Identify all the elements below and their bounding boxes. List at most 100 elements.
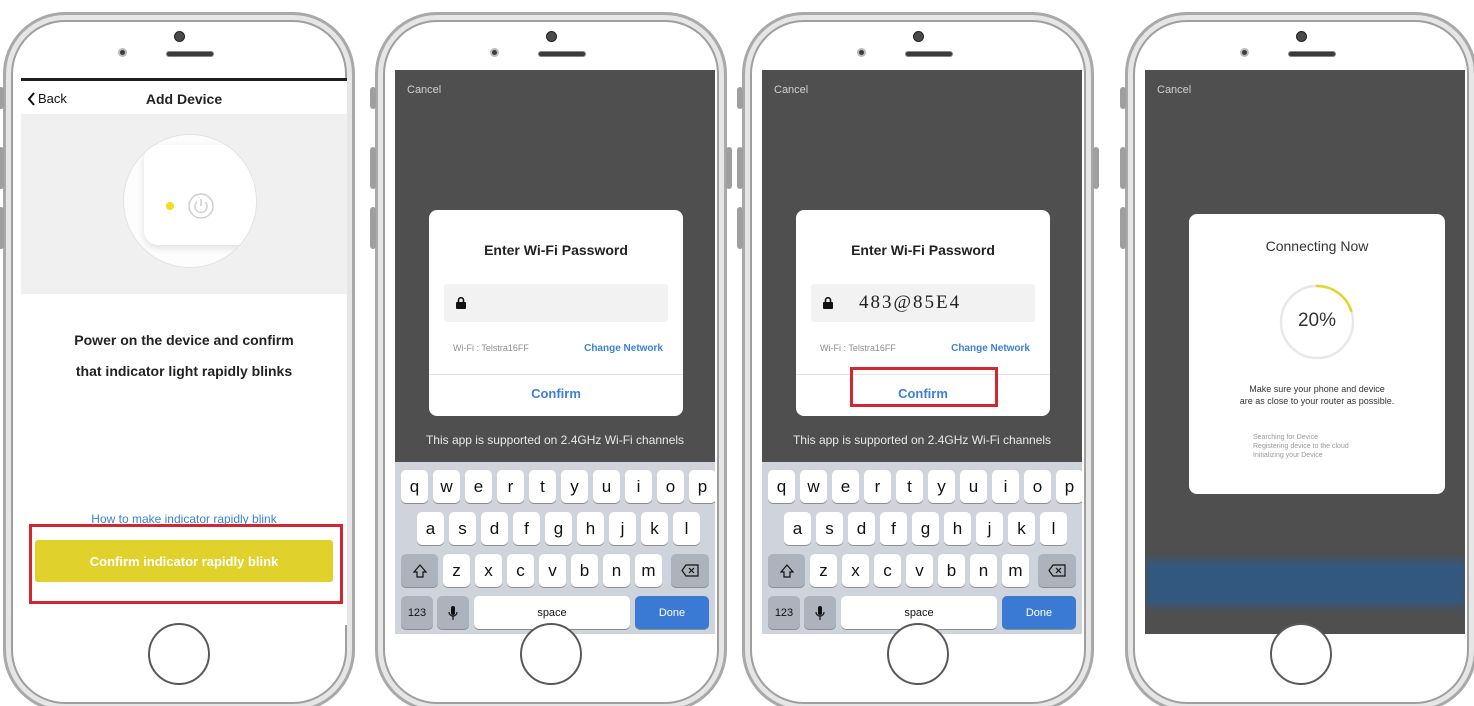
device-illustration (123, 134, 257, 268)
key-d[interactable]: d (481, 512, 508, 545)
key-o[interactable]: o (657, 470, 684, 503)
home-button[interactable] (148, 623, 210, 685)
key-m[interactable]: m (1002, 554, 1029, 587)
key-v[interactable]: v (539, 554, 566, 587)
key-s[interactable]: s (449, 512, 476, 545)
shift-key[interactable] (401, 554, 438, 587)
key-u[interactable]: u (960, 470, 987, 503)
phone-side-button (726, 147, 732, 189)
key-s[interactable]: s (816, 512, 843, 545)
key-w[interactable]: w (433, 470, 460, 503)
key-v[interactable]: v (906, 554, 933, 587)
delete-key[interactable] (671, 554, 709, 587)
done-key[interactable]: Done (1002, 596, 1076, 629)
key-p[interactable]: p (689, 470, 715, 503)
microphone-key[interactable] (804, 596, 836, 629)
home-button[interactable] (887, 623, 949, 685)
phone-side-button (737, 207, 743, 249)
phone-wifi-password-empty: Cancel Enter Wi-Fi Password Wi-Fi : Tels… (370, 12, 732, 706)
backspace-icon (681, 564, 699, 577)
key-y[interactable]: y (928, 470, 955, 503)
key-l[interactable]: l (673, 512, 700, 545)
key-l[interactable]: l (1040, 512, 1067, 545)
power-icon (188, 193, 214, 219)
key-u[interactable]: u (593, 470, 620, 503)
instruction-line-2: that indicator light rapidly blinks (75, 363, 293, 379)
phone-side-button (1093, 147, 1099, 189)
key-f[interactable]: f (513, 512, 540, 545)
instruction-line-1: Power on the device and confirm (74, 332, 294, 348)
home-button[interactable] (520, 623, 582, 685)
key-a[interactable]: a (417, 512, 444, 545)
connecting-dialog: Connecting Now 20% Make sure your phone … (1189, 214, 1445, 494)
key-a[interactable]: a (784, 512, 811, 545)
cancel-button[interactable]: Cancel (1157, 84, 1191, 96)
password-input[interactable] (444, 284, 668, 322)
key-d[interactable]: d (848, 512, 875, 545)
phone-side-button (0, 147, 4, 189)
key-z[interactable]: z (443, 554, 470, 587)
key-x[interactable]: x (475, 554, 502, 587)
highlight-box (29, 524, 343, 604)
change-network-link[interactable]: Change Network (584, 343, 663, 354)
key-c[interactable]: c (874, 554, 901, 587)
phone-side-button (737, 87, 743, 109)
password-input[interactable]: 483@85E4 (811, 284, 1035, 322)
key-k[interactable]: k (1008, 512, 1035, 545)
key-w[interactable]: w (800, 470, 827, 503)
key-m[interactable]: m (635, 554, 662, 587)
numbers-key[interactable]: 123 (768, 596, 800, 629)
blurred-bottom-banner (1145, 560, 1465, 606)
key-t[interactable]: t (529, 470, 556, 503)
key-h[interactable]: h (577, 512, 604, 545)
delete-key[interactable] (1038, 554, 1076, 587)
key-r[interactable]: r (864, 470, 891, 503)
dialog-title: Enter Wi-Fi Password (851, 242, 995, 258)
support-note: This app is supported on 2.4GHz Wi-Fi ch… (792, 433, 1052, 447)
key-e[interactable]: e (832, 470, 859, 503)
key-y[interactable]: y (561, 470, 588, 503)
key-n[interactable]: n (970, 554, 997, 587)
key-z[interactable]: z (810, 554, 837, 587)
home-button[interactable] (1270, 623, 1332, 685)
phone-side-button (370, 207, 376, 249)
confirm-button[interactable]: Confirm (429, 386, 683, 401)
key-f[interactable]: f (880, 512, 907, 545)
microphone-key[interactable] (437, 596, 469, 629)
key-i[interactable]: i (625, 470, 652, 503)
shift-key[interactable] (768, 554, 805, 587)
key-g[interactable]: g (545, 512, 572, 545)
key-q[interactable]: q (401, 470, 428, 503)
key-k[interactable]: k (641, 512, 668, 545)
earpiece-speaker (166, 51, 214, 57)
numbers-key[interactable]: 123 (401, 596, 433, 629)
key-i[interactable]: i (992, 470, 1019, 503)
highlight-box (850, 367, 998, 407)
shift-icon (779, 563, 794, 578)
key-o[interactable]: o (1024, 470, 1051, 503)
key-q[interactable]: q (768, 470, 795, 503)
phone-side-button (370, 87, 376, 109)
lock-icon (823, 297, 833, 309)
done-key[interactable]: Done (635, 596, 709, 629)
key-x[interactable]: x (842, 554, 869, 587)
key-g[interactable]: g (912, 512, 939, 545)
key-t[interactable]: t (896, 470, 923, 503)
key-j[interactable]: j (976, 512, 1003, 545)
keyboard: q w e r t y u i o p a s d f g h j k l z x c v b n m 123 space Done (762, 462, 1082, 634)
cancel-button[interactable]: Cancel (774, 84, 808, 96)
step-item: Searching for Device (1253, 434, 1318, 441)
cancel-button[interactable]: Cancel (407, 84, 441, 96)
key-n[interactable]: n (603, 554, 630, 587)
key-r[interactable]: r (497, 470, 524, 503)
key-j[interactable]: j (609, 512, 636, 545)
key-c[interactable]: c (507, 554, 534, 587)
key-b[interactable]: b (571, 554, 598, 587)
microphone-icon (448, 605, 458, 620)
key-h[interactable]: h (944, 512, 971, 545)
key-e[interactable]: e (465, 470, 492, 503)
change-network-link[interactable]: Change Network (951, 343, 1030, 354)
key-p[interactable]: p (1056, 470, 1082, 503)
key-b[interactable]: b (938, 554, 965, 587)
connecting-message-line-2: are as close to your router as possible. (1239, 396, 1395, 406)
